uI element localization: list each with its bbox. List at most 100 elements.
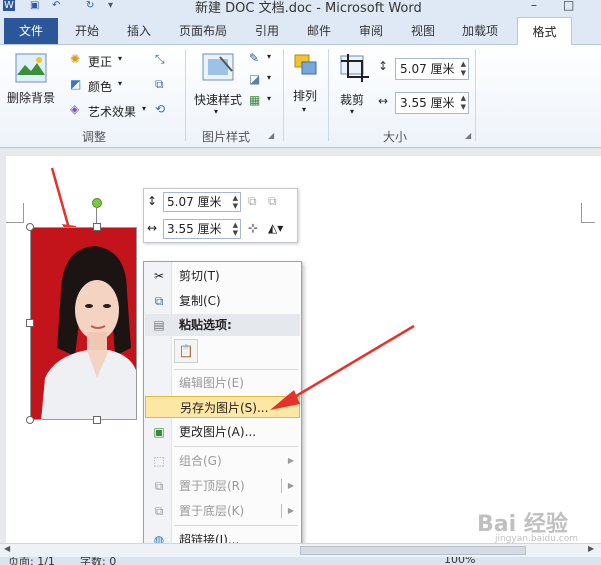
tab-review[interactable]: 审阅 [359, 22, 383, 39]
chevron-down-icon: ▾ [118, 54, 123, 63]
bring-forward-icon[interactable]: ⧉ [248, 194, 257, 209]
status-words[interactable]: 字数: 0 [80, 557, 116, 565]
picture-border-icon[interactable]: ✎ [249, 51, 259, 65]
change-picture-icon[interactable]: ⧉ [155, 77, 164, 92]
corrections-button[interactable]: ✺ 更正 ▾ [70, 52, 132, 70]
crop-icon[interactable]: ⊹ [248, 221, 258, 235]
minimize-icon[interactable]: – [531, 0, 537, 12]
word-window: W ▣ ↶ ↻ ▾ 新建 DOC 文档.doc - Microsoft Word… [0, 0, 601, 565]
resize-handle[interactable] [93, 223, 101, 231]
submenu-arrow-icon: ▶ [287, 506, 294, 515]
menu-item-group[interactable]: ⬚ 组合(G) ▶ [145, 450, 300, 472]
scroll-left-icon[interactable]: ◀ [4, 544, 10, 553]
tab-references[interactable]: 引用 [255, 22, 279, 39]
shape-height-icon: ↕ [378, 59, 389, 73]
chevron-down-icon[interactable]: ▾ [267, 73, 271, 82]
send-backward-icon[interactable]: ⧉ [268, 194, 277, 209]
rotation-handle[interactable] [92, 198, 102, 208]
dialog-launcher-icon[interactable]: ◢ [465, 131, 471, 140]
spin-arrows-icon[interactable]: ▲ ▼ [233, 194, 238, 210]
inserted-photo[interactable] [30, 227, 137, 420]
artistic-effects-icon: ◈ [70, 102, 80, 116]
qat-customize-icon[interactable]: ▾ [108, 0, 113, 11]
mini-width-input[interactable]: 3.55 厘米 ▲ ▼ [163, 219, 241, 239]
portrait-image [31, 228, 136, 419]
crop-button[interactable]: 裁剪 ▾ [336, 51, 372, 123]
remove-background-icon [15, 53, 47, 83]
sun-icon: ✺ [70, 52, 81, 66]
mini-toolbar: ↕ 5.07 厘米 ▲ ▼ ⧉ ⧉ ↔ 3.55 厘米 ▲ ▼ ⊹ ◭▾ [143, 188, 298, 243]
status-zoom[interactable]: 100% [444, 557, 475, 565]
color-button[interactable]: ◩ 颜色 ▾ [70, 77, 132, 95]
artistic-effects-button[interactable]: ◈ 艺术效果 ▾ [70, 102, 150, 120]
menu-item-send-to-back[interactable]: ⧉ 置于底层(K) ▶ [145, 500, 300, 522]
resize-handle[interactable] [26, 319, 34, 327]
remove-background-button[interactable]: 删除背景 [5, 51, 57, 109]
tab-file[interactable]: 文件 [4, 18, 58, 44]
tab-insert[interactable]: 插入 [127, 22, 151, 39]
split-divider [281, 479, 282, 493]
quick-styles-button[interactable]: 快速样式 ▾ [192, 51, 244, 123]
rotate-icon[interactable]: ◭▾ [268, 221, 283, 235]
tab-addins[interactable]: 加载项 [462, 22, 498, 39]
resize-handle[interactable] [26, 416, 34, 424]
picture-effects-icon[interactable]: ◪ [249, 72, 260, 86]
reset-picture-icon[interactable]: ⟲ [155, 102, 165, 116]
change-picture-icon: ▣ [153, 425, 165, 439]
group-picture-styles-label: 图片样式 [202, 130, 251, 144]
redo-icon[interactable]: ↻ [86, 0, 94, 11]
shape-height-input[interactable]: 5.07 厘米 ▲ ▼ [395, 58, 469, 80]
group-separator [328, 49, 329, 141]
window-title: 新建 DOC 文档.doc - Microsoft Word [195, 1, 422, 14]
maximize-icon[interactable]: □ [563, 0, 574, 12]
shape-width-value: 3.55 厘米 [400, 96, 455, 110]
group-adjust-label: 调整 [82, 130, 107, 144]
quick-styles-icon [202, 53, 234, 81]
menu-item-copy[interactable]: ⧉ 复制(C) [145, 290, 300, 312]
horizontal-scrollbar[interactable]: ◀ ▶ [0, 543, 601, 557]
ribbon-tabs: 文件 开始 插入 页面布局 引用 邮件 审阅 视图 加载项 格式 [0, 14, 601, 46]
paste-keep-format-button[interactable]: 📋 [174, 339, 198, 363]
save-icon[interactable]: ▣ [30, 0, 39, 11]
chevron-down-icon: ▾ [302, 105, 307, 114]
menu-item-change-picture[interactable]: ▣ 更改图片(A)... [145, 421, 300, 443]
tab-home[interactable]: 开始 [75, 22, 99, 39]
tab-format[interactable]: 格式 [517, 17, 572, 46]
word-app-icon[interactable]: W [3, 0, 15, 11]
chevron-down-icon[interactable]: ▾ [267, 52, 271, 61]
arrange-button[interactable]: 排列 ▾ [290, 51, 324, 123]
resize-handle[interactable] [26, 223, 34, 231]
ribbon: 删除背景 ✺ 更正 ▾ ◩ 颜色 ▾ ◈ 艺术效果 ▾ ⤡ ⧉ ⟲ 调整 快速样… [0, 45, 601, 148]
status-page[interactable]: 页面: 1/1 [8, 557, 55, 565]
resize-handle[interactable] [93, 416, 101, 424]
menu-header-label: 粘贴选项: [179, 318, 232, 332]
picture-layout-icon[interactable]: ▦ [249, 93, 260, 107]
menu-item-label: 剪切(T) [179, 269, 220, 283]
crop-icon [340, 54, 369, 82]
tab-mailings[interactable]: 邮件 [307, 22, 331, 39]
chevron-down-icon[interactable]: ▾ [267, 94, 271, 103]
undo-icon[interactable]: ↶ [52, 0, 60, 11]
group-icon: ⬚ [153, 454, 165, 468]
shape-height-icon: ↕ [147, 194, 158, 208]
margin-mark [581, 203, 595, 223]
bring-to-front-icon: ⧉ [154, 479, 164, 493]
color-label: 颜色 [88, 80, 113, 94]
tab-page-layout[interactable]: 页面布局 [179, 22, 227, 39]
mini-width-value: 3.55 厘米 [167, 222, 222, 236]
spin-arrows-icon[interactable]: ▲ ▼ [461, 94, 466, 112]
compress-pictures-icon[interactable]: ⤡ [155, 52, 165, 67]
scroll-thumb[interactable] [300, 546, 526, 555]
menu-item-cut[interactable]: ✂ 剪切(T) [145, 265, 300, 287]
artistic-effects-label: 艺术效果 [88, 105, 137, 119]
menu-separator [174, 525, 298, 526]
clipboard-icon: 📋 [178, 344, 194, 358]
shape-width-input[interactable]: 3.55 厘米 ▲ ▼ [395, 92, 469, 114]
spin-arrows-icon[interactable]: ▲ ▼ [233, 221, 238, 237]
tab-view[interactable]: 视图 [411, 22, 435, 39]
dialog-launcher-icon[interactable]: ◢ [268, 131, 274, 140]
menu-item-bring-to-front[interactable]: ⧉ 置于顶层(R) ▶ [145, 475, 300, 497]
mini-height-input[interactable]: 5.07 厘米 ▲ ▼ [163, 192, 241, 212]
scroll-right-icon[interactable]: ▶ [588, 544, 594, 553]
spin-arrows-icon[interactable]: ▲ ▼ [461, 60, 466, 78]
